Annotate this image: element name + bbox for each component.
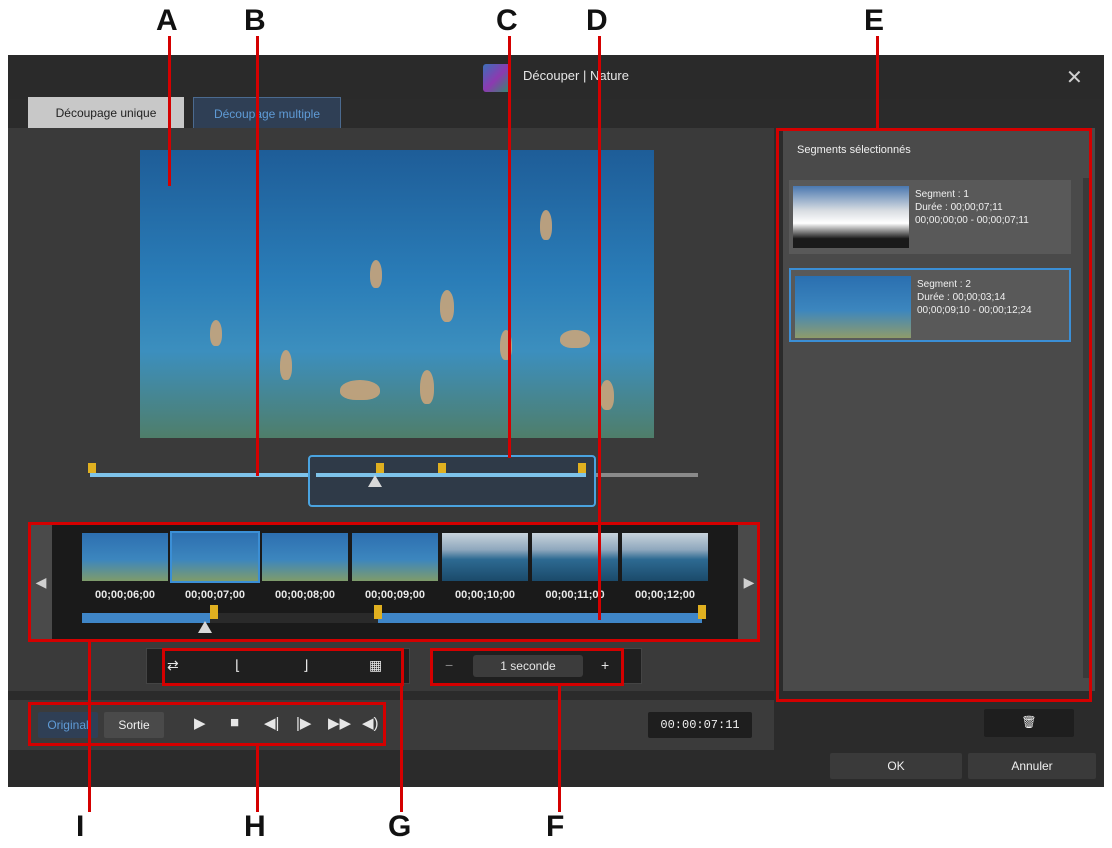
callout-f: F (546, 810, 565, 843)
zoom-in-marker[interactable] (376, 463, 384, 473)
callout-c: C (496, 4, 518, 37)
title-bar: Découper | Nature ✕ (8, 55, 1104, 99)
zoom-out-marker[interactable] (578, 463, 586, 473)
leader-d (598, 36, 601, 620)
overview-in-marker[interactable] (88, 463, 96, 473)
callout-box-h (28, 702, 386, 746)
grass-stalk (540, 210, 552, 240)
zoom-mid-marker[interactable] (438, 463, 446, 473)
grass-stalk (340, 380, 380, 400)
grass-stalk (210, 320, 222, 346)
callout-box-i (28, 522, 760, 642)
video-preview (140, 150, 654, 438)
grass-stalk (420, 370, 434, 404)
zoom-range-track (316, 473, 586, 477)
callout-g: G (388, 810, 412, 843)
leader-f (558, 686, 561, 812)
callout-box-f (430, 648, 624, 686)
leader-e (876, 36, 879, 130)
callout-a: A (156, 4, 178, 37)
cancel-button[interactable]: Annuler (968, 753, 1096, 779)
overview-track-selected (90, 473, 310, 477)
zoom-range-selector[interactable] (308, 455, 596, 507)
callout-e: E (864, 4, 885, 37)
callout-box-e (776, 128, 1092, 702)
close-icon[interactable]: ✕ (1066, 65, 1083, 90)
callout-i: I (76, 810, 85, 843)
ok-button[interactable]: OK (830, 753, 962, 779)
callout-b: B (244, 4, 266, 37)
zoom-playhead[interactable] (368, 475, 382, 487)
grass-stalk (560, 330, 590, 348)
grass-stalk (370, 260, 382, 288)
app-icon (483, 64, 511, 92)
callout-box-g (162, 648, 404, 686)
tab-single-trim[interactable]: Découpage unique (28, 97, 184, 129)
window-title: Découper | Nature (523, 68, 629, 83)
grass-stalk (600, 380, 614, 410)
tab-multi-trim[interactable]: Découpage multiple (193, 97, 341, 129)
callout-d: D (586, 4, 608, 37)
trash-icon[interactable]: 🗑 (984, 709, 1074, 737)
grass-stalk (280, 350, 292, 380)
leader-a (168, 36, 171, 186)
callout-h: H (244, 810, 266, 843)
leader-i (88, 642, 91, 812)
leader-g (400, 686, 403, 812)
leader-b (256, 36, 259, 476)
timecode-display: 00:00:07:11 (648, 712, 752, 738)
leader-c (508, 36, 511, 458)
grass-stalk (440, 290, 454, 322)
overview-track-rest (596, 473, 698, 477)
leader-h (256, 746, 259, 812)
